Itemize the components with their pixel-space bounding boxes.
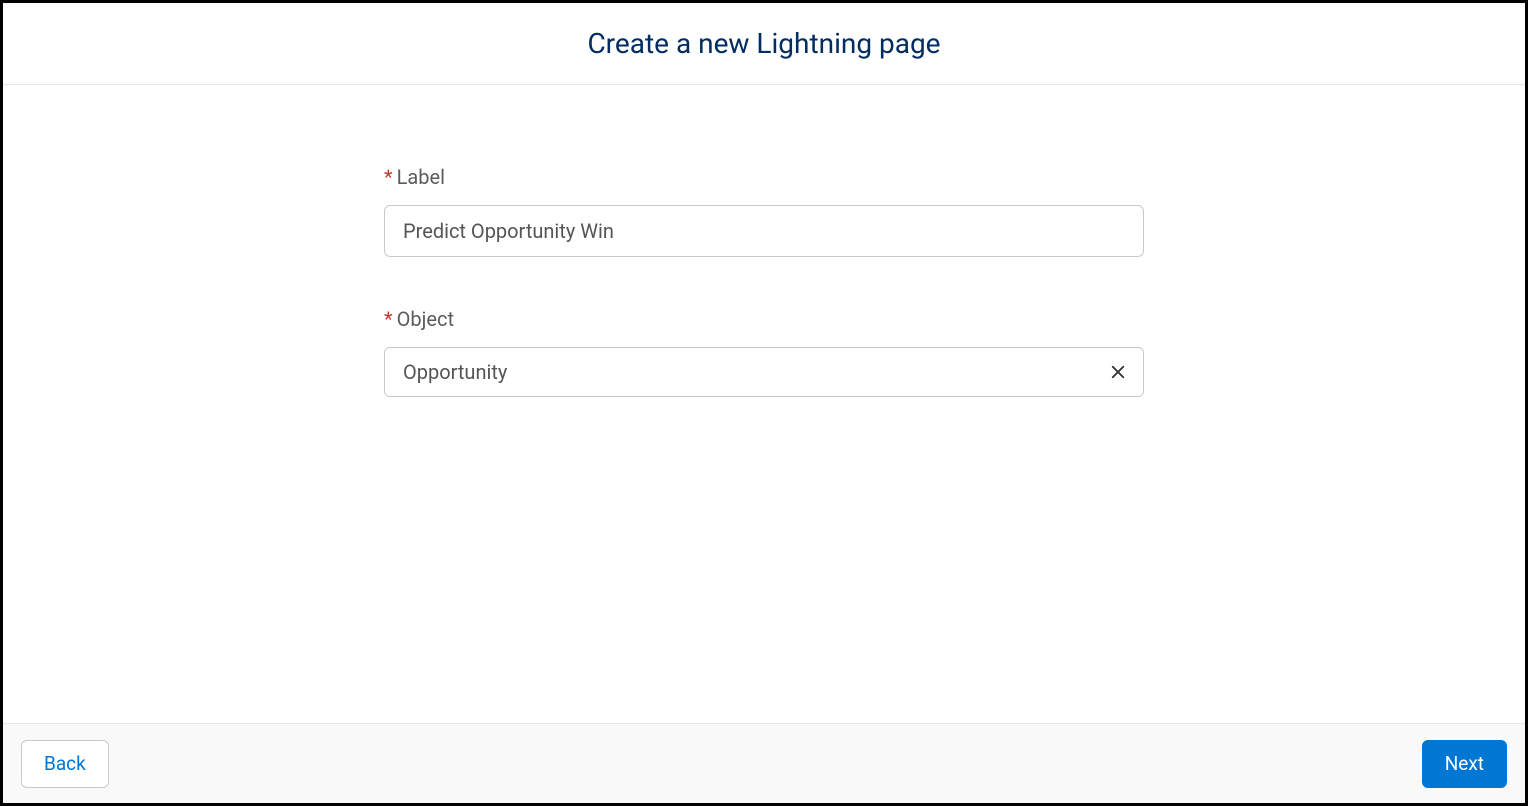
label-text: Label bbox=[397, 165, 445, 189]
dialog-footer: Back Next bbox=[3, 723, 1525, 803]
object-lookup-value: Opportunity bbox=[403, 360, 507, 384]
clear-object-button[interactable] bbox=[1104, 358, 1132, 386]
object-lookup[interactable]: Opportunity bbox=[384, 347, 1144, 397]
label-field-label: *Label bbox=[384, 165, 1144, 189]
object-field-label: *Object bbox=[384, 307, 1144, 331]
next-button[interactable]: Next bbox=[1422, 740, 1507, 788]
back-button[interactable]: Back bbox=[21, 740, 109, 788]
label-form-group: *Label bbox=[384, 165, 1144, 257]
required-indicator: * bbox=[384, 307, 393, 331]
close-icon bbox=[1109, 363, 1127, 381]
label-input[interactable] bbox=[384, 205, 1144, 257]
object-form-group: *Object Opportunity bbox=[384, 307, 1144, 397]
form: *Label *Object Opportunity bbox=[384, 165, 1144, 723]
object-label-text: Object bbox=[397, 307, 454, 331]
dialog-title: Create a new Lightning page bbox=[3, 27, 1525, 60]
dialog-header: Create a new Lightning page bbox=[3, 3, 1525, 85]
dialog-content: *Label *Object Opportunity bbox=[3, 85, 1525, 723]
required-indicator: * bbox=[384, 165, 393, 189]
object-lookup-wrapper: Opportunity bbox=[384, 347, 1144, 397]
